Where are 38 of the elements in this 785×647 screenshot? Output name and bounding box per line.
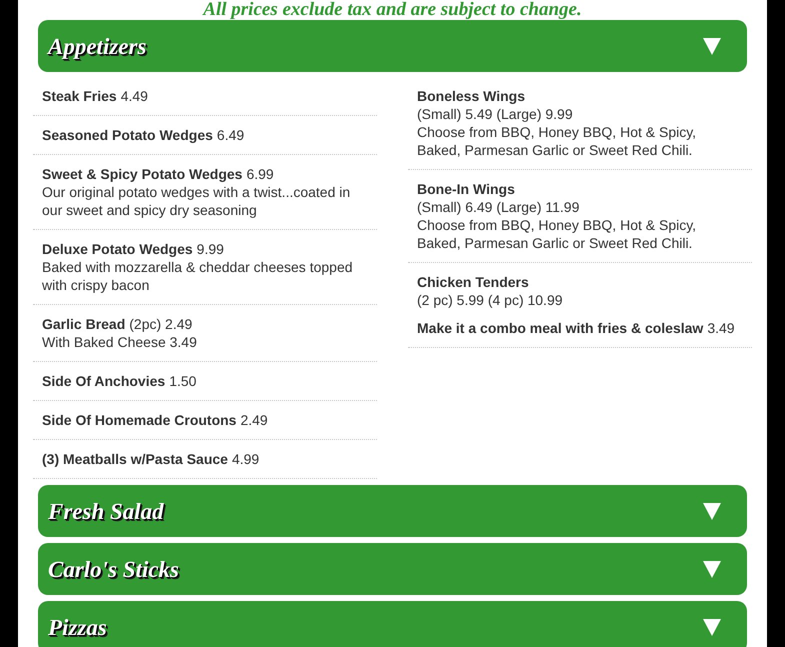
item-description: Choose from BBQ, Honey BBQ, Hot & Spicy, Baked, Parmesan Garlic or Sweet Red Chili. [417,123,698,159]
item-name: Chicken Tenders [417,274,529,290]
item-name: Garlic Bread [42,316,126,332]
item-price-line: (Small) 5.49 (Large) 9.99 [417,105,574,123]
item-name: Side Of Anchovies [42,373,166,389]
item-description: Our original potato wedges with a twist...coated in our sweet and spicy dry seasoning [42,183,352,219]
caret-icon [703,38,721,54]
addon-price: 3.49 [707,320,735,336]
item-price-line: (Small) 6.49 (Large) 11.99 [417,198,580,216]
item-name: (3) Meatballs w/Pasta Sauce [42,451,228,467]
item-price: 6.49 [216,127,244,143]
item-name: Seasoned Potato Wedges [42,127,213,143]
accordion-header[interactable]: Fresh Salad [38,485,747,537]
item-description: Choose from BBQ, Honey BBQ, Hot & Spicy, Baked, Parmesan Garlic or Sweet Red Chili. [417,216,698,252]
item-price: 4.49 [120,88,148,104]
item-name: Boneless Wings [417,88,526,104]
accordion-header[interactable]: Pizzas [38,601,747,647]
item-price: 4.99 [232,451,260,467]
item-price: (2pc) 2.49 [129,316,192,332]
accordion-header[interactable]: Appetizers [38,20,747,72]
item-name: Sweet & Spicy Potato Wedges [42,166,242,182]
price-notice: All prices exclude tax and are subject to change. [203,0,582,20]
item-name: Bone-In Wings [417,181,515,197]
caret-icon [703,618,721,636]
item-name: Side Of Homemade Croutons [42,412,236,428]
addon-name: Make it a combo meal with fries & coleslaw [417,320,704,336]
item-price: 6.99 [246,166,274,182]
item-price: 9.99 [196,241,224,257]
item-description: Baked with mozzarella & cheddar cheeses topped with crispy bacon [42,258,354,294]
item-name: Deluxe Potato Wedges [42,241,193,257]
item-price: 1.50 [169,373,196,389]
caret-icon [703,502,721,520]
item-price: 2.49 [240,412,268,428]
caret-icon [703,560,721,578]
accordion-header[interactable]: Carlo's Sticks [38,543,747,595]
item-name: Steak Fries [42,88,117,104]
item-price-line: (2 pc) 5.99 (4 pc) 10.99 [417,291,564,309]
item-price-line: With Baked Cheese 3.49 [42,333,198,351]
